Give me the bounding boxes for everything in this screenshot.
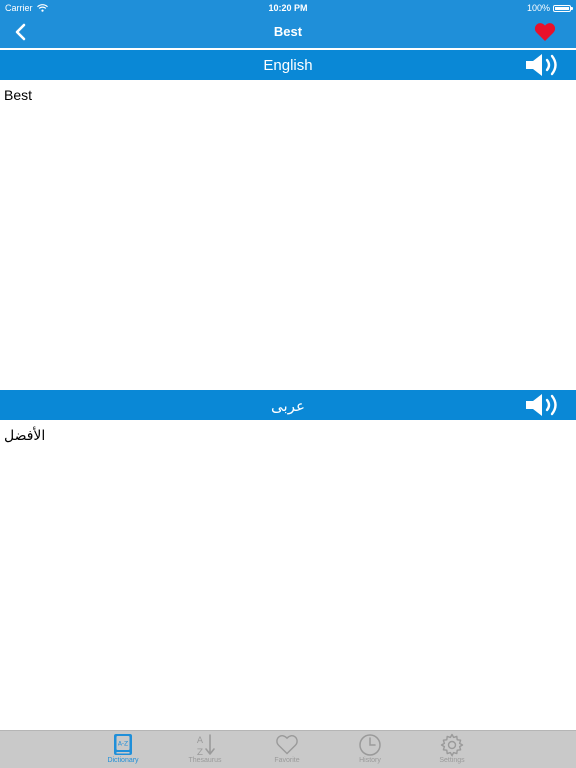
navigation-bar: Best (0, 16, 576, 48)
dictionary-icon: A-Z (114, 734, 132, 755)
page-title: Best (273, 24, 303, 39)
battery-fill (555, 6, 569, 10)
chevron-left-icon (15, 23, 26, 41)
speaker-icon (526, 54, 557, 76)
source-language-label: English (263, 57, 313, 74)
target-text: الأفضل (4, 427, 46, 443)
source-language-header: English (0, 50, 576, 80)
tab-settings[interactable]: Settings (422, 732, 482, 768)
speaker-icon (526, 394, 557, 416)
tab-history[interactable]: History (340, 732, 400, 768)
battery-indicator: 100% (526, 3, 573, 13)
status-bar: Carrier 10:20 PM 100% (0, 0, 576, 16)
tab-favorite-label: Favorite (274, 757, 300, 764)
gear-icon (440, 733, 464, 757)
heart-icon (534, 23, 556, 41)
target-speak-button[interactable] (524, 393, 562, 417)
status-time: 10:20 PM (268, 3, 308, 13)
target-language-header: عربى (0, 390, 576, 420)
tab-settings-label: Settings (439, 757, 465, 764)
target-text-area: الأفضل (0, 420, 576, 730)
svg-text:Z: Z (197, 748, 203, 757)
favorite-button[interactable] (534, 22, 556, 42)
tab-dictionary[interactable]: A-Z Dictionary (93, 732, 153, 768)
source-text-area: Best (0, 80, 576, 390)
target-language-label: عربى (271, 398, 305, 415)
svg-text:A: A (197, 736, 204, 746)
heart-icon (276, 735, 298, 755)
battery-percent: 100% (526, 3, 550, 13)
tab-bar: A-Z Dictionary A Z Thesaurus Favorite Hi… (0, 730, 576, 768)
battery-icon (553, 4, 573, 12)
source-text: Best (4, 87, 33, 103)
tab-favorite[interactable]: Favorite (257, 732, 317, 768)
clock-icon (359, 734, 381, 756)
back-button[interactable] (10, 21, 32, 43)
tab-history-label: History (359, 757, 381, 764)
tab-thesaurus[interactable]: A Z Thesaurus (175, 732, 235, 768)
source-speak-button[interactable] (524, 53, 562, 77)
svg-text:A-Z: A-Z (118, 741, 128, 748)
tab-thesaurus-label: Thesaurus (188, 757, 222, 764)
tab-dictionary-label: Dictionary (107, 757, 139, 764)
thesaurus-icon: A Z (197, 734, 215, 757)
